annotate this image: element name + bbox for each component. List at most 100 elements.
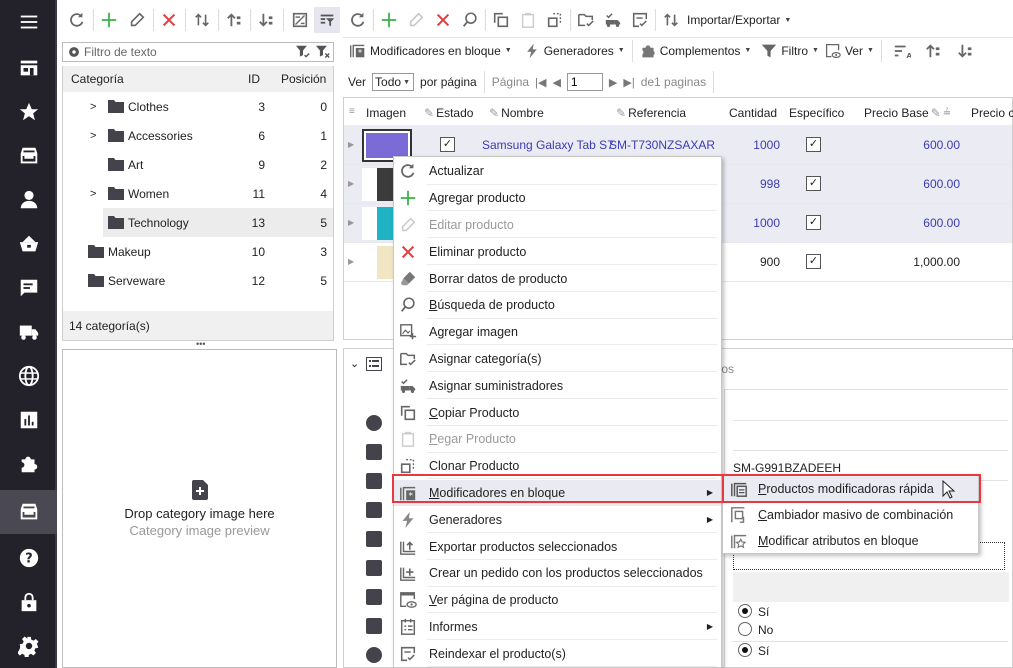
nav-settings[interactable] (0, 624, 57, 668)
clone-product-button[interactable] (542, 7, 568, 33)
context-menu-item[interactable]: Agregar imagen (394, 319, 721, 346)
category-row[interactable]: > Women 11 4 (63, 179, 333, 208)
move-up-products-button[interactable] (921, 38, 947, 64)
context-menu-item[interactable]: Copiar Producto (394, 399, 721, 426)
context-menu-item[interactable]: Actualizar (394, 158, 721, 185)
category-row[interactable]: > Accessories 6 1 (63, 121, 333, 150)
context-menu-item[interactable]: Agregar producto (394, 185, 721, 212)
column-chooser-icon[interactable]: ≡ (349, 106, 355, 117)
context-menu-item[interactable]: Asignar categoría(s) (394, 346, 721, 373)
category-image-dropzone[interactable]: Drop category image here Category image … (62, 349, 337, 668)
clear-filter-icon[interactable] (315, 45, 331, 59)
context-menu-item[interactable]: Reindexar el producto(s) (394, 640, 721, 668)
expand-collapse-button[interactable] (287, 7, 313, 33)
context-menu-item[interactable]: Búsqueda de producto (394, 292, 721, 319)
sort-button[interactable] (189, 7, 215, 33)
context-menu-item[interactable]: Crear un pedido con los productos selecc… (394, 560, 721, 587)
edit-category-button[interactable] (124, 7, 150, 33)
context-menu-item[interactable]: * Modificadores en bloque ▶ (394, 479, 721, 507)
submenu-item[interactable]: Modificar atributos en bloque (723, 528, 978, 554)
category-filter-input[interactable]: Filtro de texto (62, 42, 334, 62)
add-category-button[interactable] (97, 7, 123, 33)
bulk-modifiers-dropdown[interactable]: * Modificadores en bloque ▼ (349, 42, 512, 59)
collapse-chevron-icon[interactable]: ⌄ (350, 357, 359, 370)
filter-dropdown[interactable]: Filtro ▼ (761, 43, 819, 59)
submenu-item[interactable]: Productos modificadoras rápida (723, 476, 978, 502)
sort-products-button[interactable] (658, 7, 684, 33)
context-menu-item[interactable]: Exportar productos seleccionados (394, 533, 721, 560)
status-checkbox[interactable]: ✓ (440, 137, 455, 152)
refresh-categories-button[interactable] (64, 7, 90, 33)
paste-product-button[interactable] (515, 7, 541, 33)
refresh-products-button[interactable] (345, 7, 371, 33)
column-header-category[interactable]: Categoría (71, 72, 124, 86)
delete-category-button[interactable] (157, 7, 183, 33)
prev-page-button[interactable]: ◀ (552, 76, 560, 89)
category-row[interactable]: Serveware 12 5 (63, 266, 333, 295)
column-header-quantity[interactable]: Cantidad (729, 106, 777, 120)
specific-checkbox[interactable]: ✓ (806, 215, 821, 230)
nav-products[interactable] (0, 134, 57, 178)
column-header-id[interactable]: ID (248, 72, 260, 86)
column-header-price-c[interactable]: Precio c (971, 106, 1013, 120)
nav-addons[interactable] (0, 442, 57, 486)
column-header-base-price[interactable]: Precio Base ✎ ≟ (864, 106, 951, 120)
next-page-button[interactable]: ▶ (609, 76, 617, 89)
page-input[interactable] (566, 73, 603, 91)
filter-toggle-button[interactable] (314, 7, 340, 33)
per-page-select[interactable]: Todo ▼ (372, 73, 415, 91)
expand-chevron-icon[interactable]: > (90, 101, 100, 113)
nav-favorites[interactable] (0, 90, 57, 134)
assign-suppliers-button[interactable] (600, 7, 626, 33)
column-header-reference[interactable]: ✎ Referencia (616, 106, 686, 120)
last-page-button[interactable]: ▶| (623, 76, 634, 89)
nav-security[interactable] (0, 580, 57, 624)
nav-customers[interactable] (0, 178, 57, 222)
nav-reports[interactable] (0, 398, 57, 442)
context-menu-item[interactable]: Clonar Producto (394, 453, 721, 480)
move-down-button[interactable] (254, 7, 280, 33)
nav-menu[interactable] (0, 0, 57, 44)
move-up-button[interactable] (222, 7, 248, 33)
radio-yes-1[interactable] (738, 604, 752, 618)
specific-checkbox[interactable]: ✓ (806, 176, 821, 191)
context-menu-item[interactable]: Generadores ▶ (394, 506, 721, 534)
copy-product-button[interactable] (488, 7, 514, 33)
radio-yes-2[interactable] (738, 643, 752, 657)
generators-dropdown[interactable]: Generadores ▼ (524, 43, 625, 59)
search-product-button[interactable] (457, 7, 483, 33)
panel-splitter[interactable]: ••• (196, 340, 206, 349)
expand-chevron-icon[interactable]: > (90, 130, 100, 142)
nav-orders[interactable] (0, 222, 57, 266)
context-menu-item[interactable]: Eliminar producto (394, 238, 721, 266)
first-page-button[interactable]: |◀ (535, 76, 546, 89)
category-row[interactable]: Art 9 2 (63, 150, 333, 179)
radio-no-1[interactable] (738, 622, 752, 636)
edit-product-button[interactable] (403, 7, 429, 33)
import-export-dropdown[interactable]: Importar/Exportar ▼ (687, 13, 791, 27)
move-down-products-button[interactable] (953, 38, 979, 64)
addons-dropdown[interactable]: Complementos ▼ (640, 43, 751, 59)
reindex-button[interactable] (627, 7, 653, 33)
submenu-item[interactable]: Cambiador masivo de combinación (723, 502, 978, 528)
category-row[interactable]: Makeup 10 3 (63, 237, 333, 266)
sort-alpha-button[interactable]: A (889, 38, 915, 64)
product-name[interactable]: Samsung Galaxy Tab S7 (482, 138, 614, 152)
context-menu-item[interactable]: Ver página de producto (394, 587, 721, 614)
nav-catalog[interactable] (0, 490, 57, 534)
context-menu-item[interactable]: Asignar suministradores (394, 372, 721, 400)
nav-localization[interactable] (0, 354, 57, 398)
nav-shipping[interactable] (0, 310, 57, 354)
assign-category-button[interactable] (573, 7, 599, 33)
add-product-button[interactable] (376, 7, 402, 33)
nav-help[interactable]: ? (0, 536, 57, 580)
column-header-status[interactable]: ✎ Estado (424, 106, 473, 120)
column-header-position[interactable]: Posición (281, 72, 326, 86)
reference-field-value[interactable]: SM-G991BZADEEH (733, 461, 841, 475)
specific-checkbox[interactable]: ✓ (806, 254, 821, 269)
nav-messages[interactable] (0, 266, 57, 310)
category-row[interactable]: > Clothes 3 0 (63, 92, 333, 121)
apply-filter-icon[interactable] (295, 45, 311, 59)
column-header-specific[interactable]: Específico (789, 106, 844, 120)
context-menu-item[interactable]: Pegar Producto (394, 426, 721, 453)
